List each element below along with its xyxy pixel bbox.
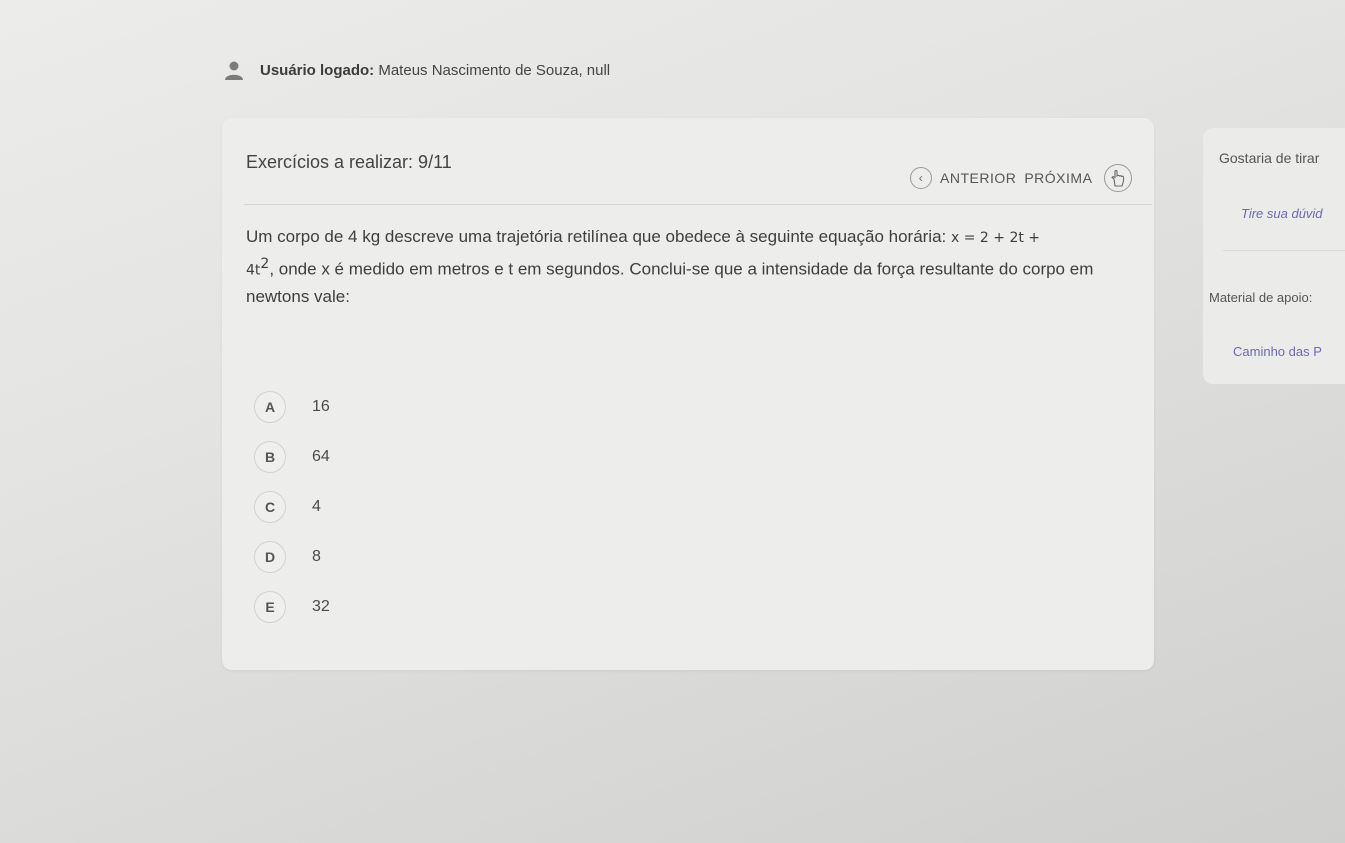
user-bar: Usuário logado: Mateus Nascimento de Sou… [222, 58, 610, 82]
option-letter[interactable]: E [254, 591, 286, 623]
question-navigation: ‹ ANTERIOR PRÓXIMA [910, 164, 1133, 192]
option-value[interactable]: 64 [312, 448, 330, 466]
help-side-panel: Gostaria de tirar Tire sua dúvid Materia… [1203, 128, 1345, 384]
option-b[interactable]: B 64 [254, 440, 330, 474]
option-letter[interactable]: C [254, 491, 286, 523]
material-title: Material de apoio: [1209, 290, 1313, 305]
chevron-left-icon: ‹ [918, 171, 924, 185]
option-e[interactable]: E 32 [254, 590, 330, 624]
question-text-part2: , onde x é medido em metros e t em segun… [246, 259, 1094, 306]
option-d[interactable]: D 8 [254, 540, 330, 574]
material-link[interactable]: Caminho das P [1233, 344, 1322, 359]
next-button[interactable] [1104, 164, 1133, 192]
option-c[interactable]: C 4 [254, 490, 330, 524]
side-divider [1223, 250, 1345, 251]
option-letter[interactable]: A [254, 391, 286, 423]
option-letter[interactable]: B [254, 441, 286, 473]
previous-link[interactable]: ANTERIOR [940, 170, 1016, 186]
equation-part2: 4t [246, 262, 261, 279]
user-name: Mateus Nascimento de Souza, null [378, 61, 611, 79]
user-info: Usuário logado: Mateus Nascimento de Sou… [260, 62, 610, 79]
user-label: Usuário logado: [260, 61, 375, 79]
equation-exponent: 2 [260, 256, 270, 272]
user-avatar-icon [222, 58, 246, 82]
option-value[interactable]: 4 [312, 498, 321, 516]
option-letter[interactable]: D [254, 541, 286, 573]
question-text: Um corpo de 4 kg descreve uma trajetória… [246, 224, 1146, 310]
question-text-part1: Um corpo de 4 kg descreve uma trajetória… [246, 227, 947, 246]
header-divider [244, 204, 1152, 205]
option-value[interactable]: 32 [312, 598, 330, 616]
doubt-link[interactable]: Tire sua dúvid [1241, 206, 1323, 221]
option-value[interactable]: 8 [312, 548, 321, 566]
exercises-counter: Exercícios a realizar: 9/11 [246, 152, 452, 172]
question-card: Exercícios a realizar: 9/11 ‹ ANTERIOR P… [222, 118, 1154, 670]
next-link[interactable]: PRÓXIMA [1024, 170, 1092, 186]
option-a[interactable]: A 16 [254, 390, 330, 424]
hand-pointer-icon [1111, 169, 1125, 187]
doubt-title: Gostaria de tirar [1219, 150, 1320, 166]
answer-options: A 16 B 64 C 4 D 8 E 32 [254, 390, 330, 640]
previous-button[interactable]: ‹ [910, 167, 932, 189]
equation-part1: x = 2 + 2t + [951, 230, 1041, 246]
option-value[interactable]: 16 [312, 398, 330, 416]
